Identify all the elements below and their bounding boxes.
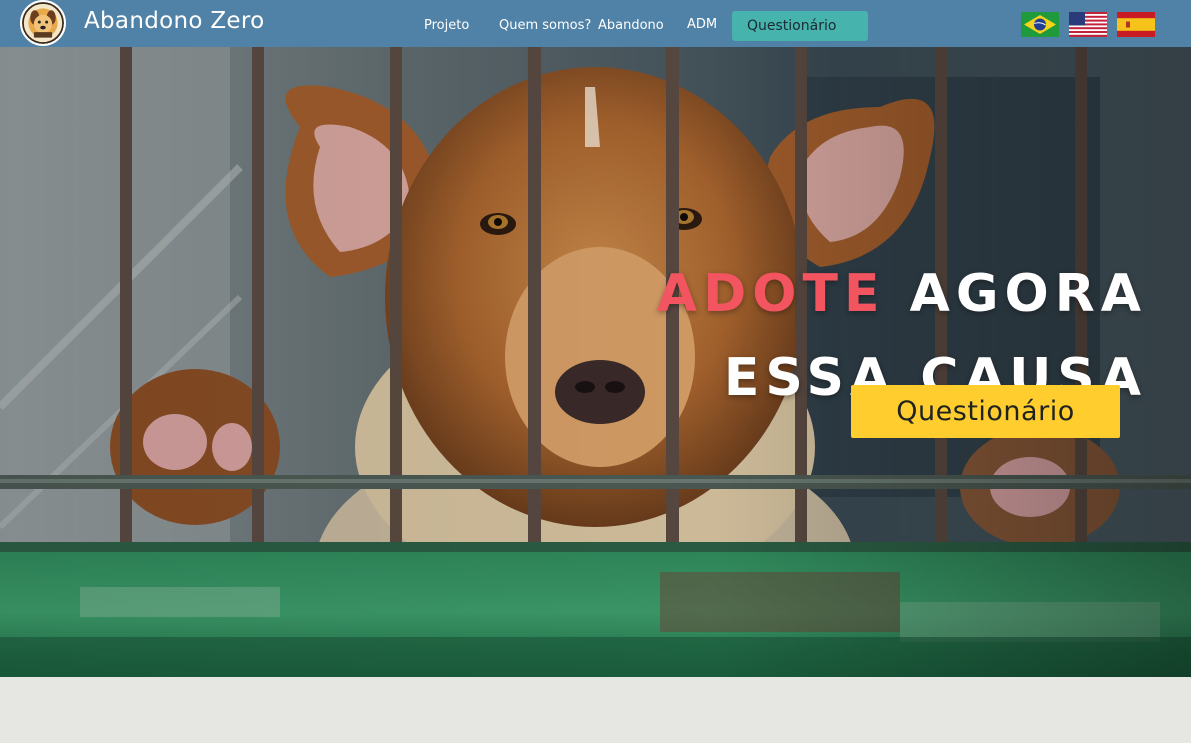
headline-line-1: ADOTE AGORA xyxy=(657,252,1147,336)
nav-questionario-button[interactable]: Questionário xyxy=(732,11,868,41)
hero-questionario-button[interactable]: Questionário xyxy=(851,385,1120,438)
nav-link-quem-somos[interactable]: Quem somos? xyxy=(499,18,591,33)
nav-link-adm[interactable]: ADM xyxy=(687,17,717,32)
spain-flag-icon[interactable] xyxy=(1117,12,1155,37)
top-navbar: Abandono Zero Projeto Quem somos? Abando… xyxy=(0,0,1191,47)
brand-logo[interactable] xyxy=(20,0,66,46)
headline-accent-word: ADOTE xyxy=(656,264,886,324)
brazil-flag-icon[interactable] xyxy=(1021,12,1059,37)
brand-name[interactable]: Abandono Zero xyxy=(84,8,264,34)
page-footer-area xyxy=(0,677,1191,743)
dog-logo-icon xyxy=(22,2,64,44)
usa-flag-icon[interactable] xyxy=(1069,12,1107,37)
hero-banner: ADOTE AGORA ESSA CAUSA xyxy=(0,47,1191,677)
nav-link-projeto[interactable]: Projeto xyxy=(424,18,469,33)
headline-line-1-rest: AGORA xyxy=(885,264,1147,324)
nav-link-abandono[interactable]: Abandono xyxy=(598,18,664,33)
